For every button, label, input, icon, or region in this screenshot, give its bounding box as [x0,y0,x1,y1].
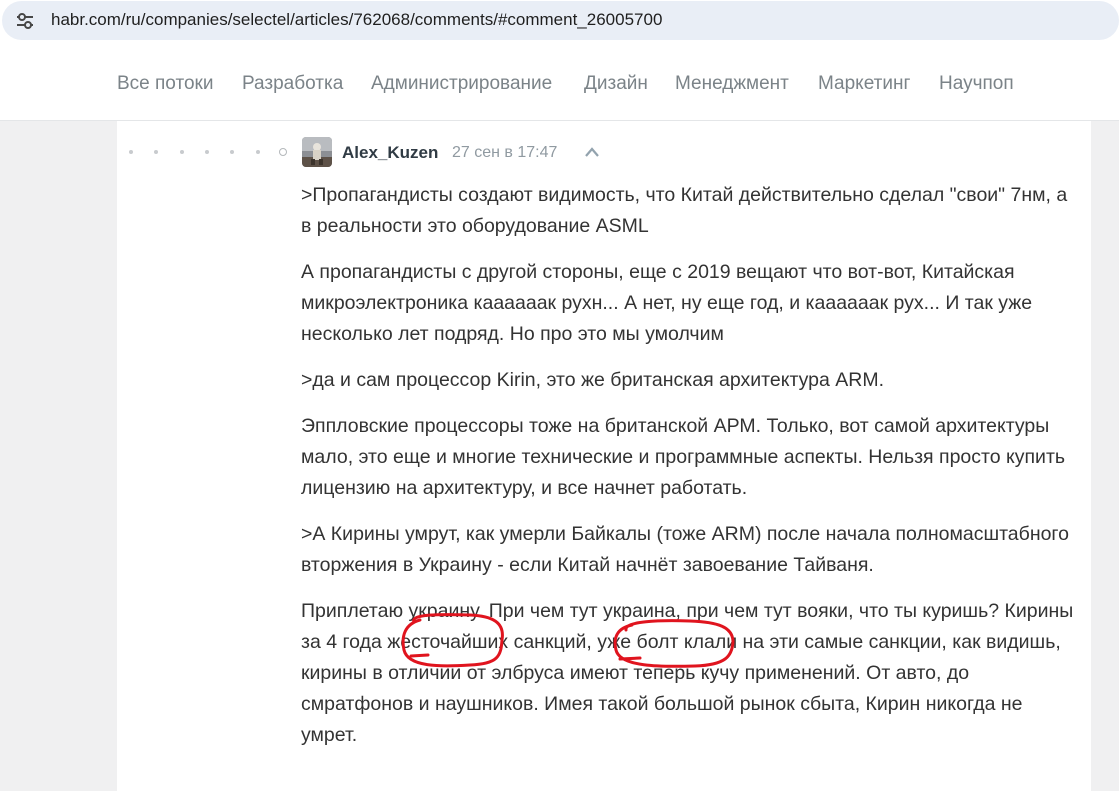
chevron-up-icon[interactable] [584,146,600,158]
comment-timestamp[interactable]: 27 сен в 17:47 [452,144,557,162]
comment-paragraph: >Пропагандисты создают видимость, что Ки… [301,184,1068,237]
comment-paragraph: >А Кирины умрут, как умерли Байкалы (тож… [301,523,1069,576]
avatar[interactable] [302,137,332,167]
comment-paragraph: Приплетаю украину. При чем тут украина, … [301,600,1074,746]
thread-level-dot [205,150,209,154]
tune-icon[interactable] [15,12,35,30]
comment-paragraph: А пропагандисты с другой стороны, еще с … [301,261,1033,345]
thread-level-dot [129,150,133,154]
comment-body: >Пропагандисты создают видимость, что Ки… [301,180,1081,766]
thread-level-dot [256,150,260,154]
browser-address-bar: habr.com/ru/companies/selectel/articles/… [0,0,1119,45]
thread-level-dot [154,150,158,154]
nav-item-management[interactable]: Менеджмент [675,73,789,95]
nav-item-administration[interactable]: Администрирование [371,73,552,95]
nav-item-all-streams[interactable]: Все потоки [117,73,213,95]
nav-item-marketing[interactable]: Маркетинг [818,73,910,95]
nav-item-design[interactable]: Дизайн [584,73,648,95]
comment-paragraph: Эппловские процессоры тоже на британской… [301,415,1066,499]
comment-author[interactable]: Alex_Kuzen [342,143,438,163]
thread-current-dot [279,148,287,156]
thread-level-dot [180,150,184,154]
site-nav: Все потоки Разработка Администрирование … [0,45,1119,121]
nav-item-science[interactable]: Научпоп [939,73,1014,95]
omnibox[interactable]: habr.com/ru/companies/selectel/articles/… [2,1,1119,40]
nav-item-development[interactable]: Разработка [242,73,343,95]
thread-level-dot [230,150,234,154]
comment-paragraph: >да и сам процессор Kirin, это же британ… [301,369,885,391]
url-text[interactable]: habr.com/ru/companies/selectel/articles/… [51,10,662,30]
